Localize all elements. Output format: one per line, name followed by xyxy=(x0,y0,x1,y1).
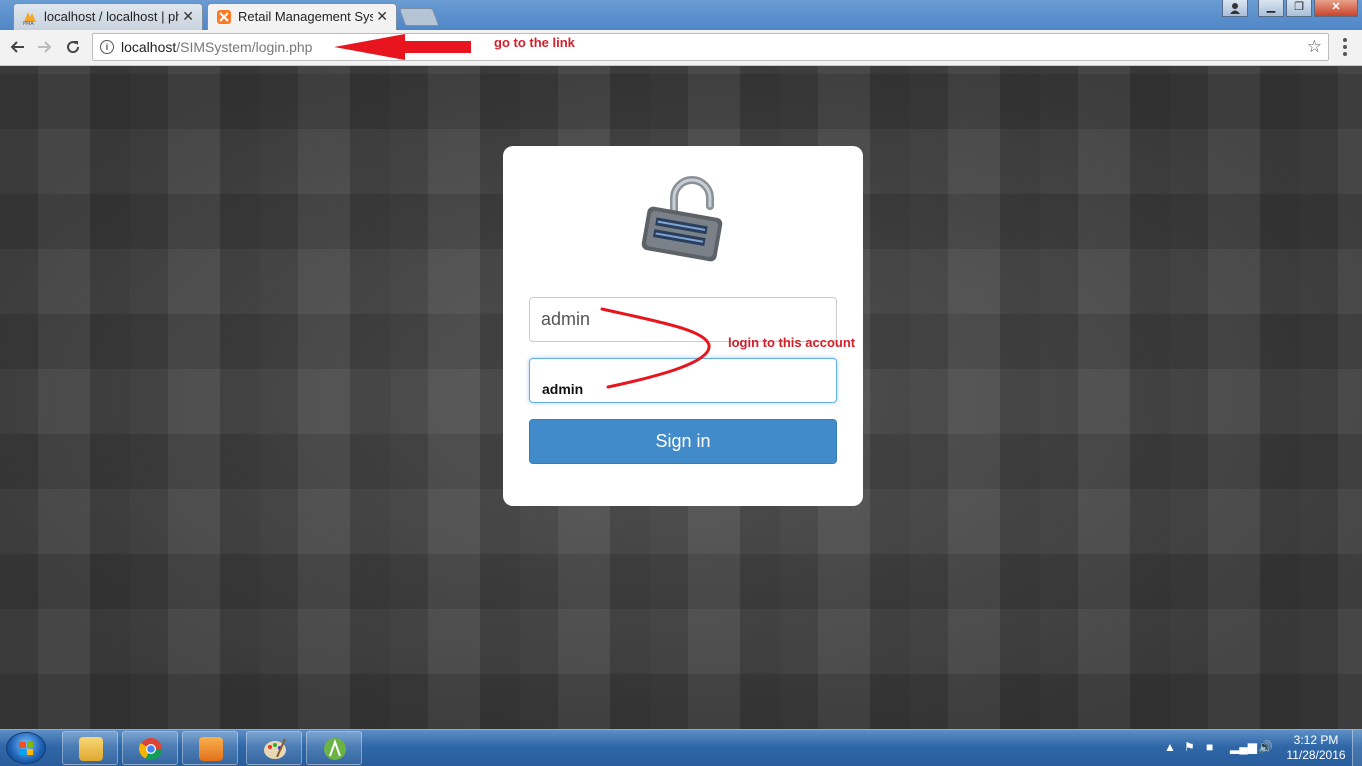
close-icon[interactable]: ✕ xyxy=(376,8,388,25)
tab-phpmyadmin[interactable]: PMA localhost / localhost | ph ✕ xyxy=(13,3,203,30)
clock-time: 3:12 PM xyxy=(1293,733,1339,747)
restore-icon[interactable]: ❐ xyxy=(1286,0,1312,17)
reload-icon[interactable] xyxy=(62,36,84,58)
back-arrow-icon[interactable] xyxy=(6,36,28,58)
volume-icon[interactable]: 🔊 xyxy=(1258,740,1273,754)
url-host: localhost xyxy=(121,39,177,55)
address-bar[interactable]: i localhost/SIMSystem/login.php ☆ xyxy=(92,33,1329,61)
phpmyadmin-icon: PMA xyxy=(23,12,36,25)
file-explorer-icon[interactable] xyxy=(62,731,118,765)
show-desktop-button[interactable] xyxy=(1352,730,1362,766)
annotation-account-note: login to this account xyxy=(728,335,856,350)
forward-arrow-icon[interactable] xyxy=(34,36,56,58)
annotation-link-note: go to the link xyxy=(494,35,575,50)
url-text: localhost/SIMSystem/login.php xyxy=(121,39,312,55)
android-studio-icon[interactable] xyxy=(306,731,362,765)
system-clock[interactable]: 3:12 PM 11/28/2016 xyxy=(1282,733,1350,763)
show-hidden-icons-icon[interactable]: ▲ xyxy=(1164,740,1176,754)
info-icon[interactable]: i xyxy=(100,40,114,54)
bookmark-star-icon[interactable]: ☆ xyxy=(1307,37,1322,57)
page-background: admin admin Sign in xyxy=(0,66,1362,729)
browser-tab-strip: PMA localhost / localhost | ph ✕ Retail … xyxy=(0,0,1362,30)
password-value: admin xyxy=(542,381,584,397)
password-input[interactable]: admin xyxy=(529,358,837,403)
browser-toolbar: i localhost/SIMSystem/login.php ☆ xyxy=(0,30,1362,66)
start-button[interactable] xyxy=(6,732,46,764)
url-path: /SIMSystem/login.php xyxy=(176,39,313,55)
user-profile-icon[interactable] xyxy=(1222,0,1248,17)
close-icon[interactable]: ✕ xyxy=(182,8,194,25)
username-value: admin xyxy=(541,309,591,329)
tab-label: Retail Management Syste xyxy=(238,9,373,24)
login-card: admin admin Sign in xyxy=(503,146,863,506)
browser-menu-icon[interactable] xyxy=(1343,38,1347,56)
window-close-icon[interactable]: ✕ xyxy=(1314,0,1358,17)
window-controls: ▁ ❐ ✕ xyxy=(1220,0,1358,18)
new-tab-button[interactable] xyxy=(398,8,440,26)
media-player-icon[interactable] xyxy=(182,731,238,765)
paint-icon[interactable] xyxy=(246,731,302,765)
chrome-icon[interactable] xyxy=(122,731,178,765)
security-icon[interactable]: ■ xyxy=(1206,740,1213,754)
action-center-flag-icon[interactable]: ⚑ xyxy=(1184,740,1195,754)
sign-in-button[interactable]: Sign in xyxy=(529,419,837,464)
tab-label: localhost / localhost | ph xyxy=(44,9,179,24)
clock-date: 11/28/2016 xyxy=(1286,748,1346,762)
padlock-icon xyxy=(641,176,723,262)
windows-logo-icon xyxy=(19,742,33,755)
xampp-icon xyxy=(217,10,231,24)
svg-text:PMA: PMA xyxy=(23,21,34,25)
network-icon[interactable]: ▂▄▆ xyxy=(1230,740,1257,754)
windows-taskbar: ▲ ⚑ ■ ▂▄▆ 🔊 3:12 PM 11/28/2016 xyxy=(0,729,1362,766)
tab-retail-management[interactable]: Retail Management Syste ✕ xyxy=(207,3,397,30)
minimize-icon[interactable]: ▁ xyxy=(1258,0,1284,17)
